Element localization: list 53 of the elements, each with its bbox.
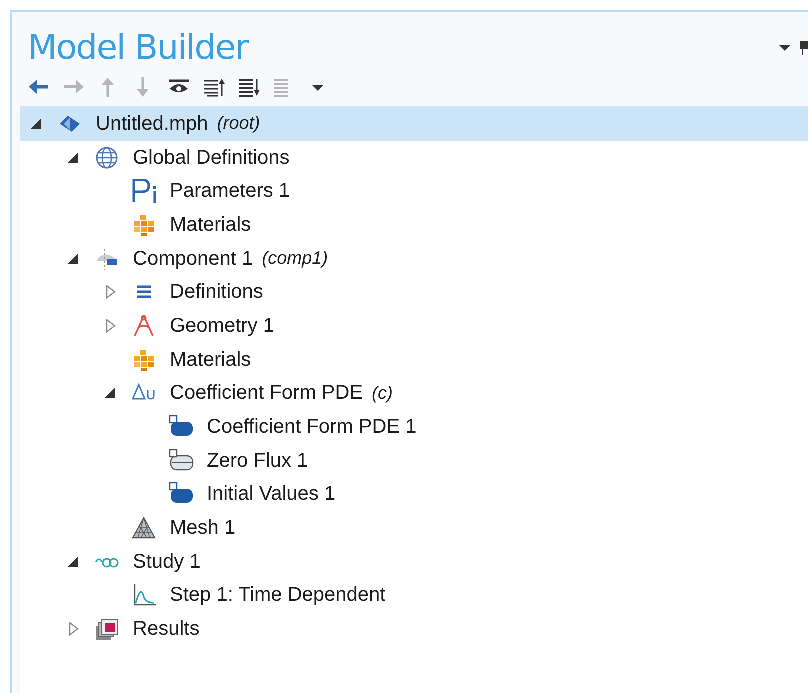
item-label: Global Definitions <box>133 146 290 171</box>
tree-item[interactable]: Parameters 1 <box>20 174 808 208</box>
tree-item[interactable]: Coefficient Form PDE 1 <box>20 410 808 444</box>
tree-item[interactable]: Geometry 1 <box>20 309 808 343</box>
item-label: Mesh 1 <box>170 516 236 542</box>
item-label: Step 1: Time Dependent <box>170 583 386 608</box>
collapsed-arrow-icon[interactable] <box>67 622 81 636</box>
item-label: Study 1 <box>133 550 201 575</box>
tree-item[interactable]: Untitled.mph (root) <box>20 107 808 141</box>
collapse-list-icon[interactable] <box>203 77 225 99</box>
boundary-icon <box>169 448 195 473</box>
expand-list-icon[interactable] <box>238 77 260 99</box>
collapsed-arrow-icon[interactable] <box>104 318 118 333</box>
item-tag: (root) <box>217 110 260 138</box>
parameters-icon <box>132 179 158 204</box>
item-label: Untitled.mph <box>96 112 208 137</box>
expanded-arrow-icon[interactable] <box>67 554 81 569</box>
tree-item[interactable]: Mesh 1 <box>20 511 808 545</box>
tree-item[interactable]: Coefficient Form PDE (c) <box>20 376 808 410</box>
mesh-icon <box>132 516 158 540</box>
dropdown-icon[interactable] <box>778 43 792 53</box>
expanded-arrow-icon[interactable] <box>30 116 44 131</box>
item-label: Initial Values 1 <box>207 482 336 508</box>
item-label: Geometry 1 <box>170 314 274 339</box>
item-label: Zero Flux 1 <box>207 448 308 474</box>
item-label: Component 1 <box>133 246 254 272</box>
item-label: Definitions <box>170 280 264 306</box>
item-label: Materials <box>170 348 252 373</box>
item-label: Results <box>133 617 200 642</box>
tree-item[interactable]: Global Definitions <box>20 140 808 174</box>
collapsed-arrow-icon[interactable] <box>104 285 118 300</box>
step-icon <box>132 583 158 608</box>
item-label: Materials <box>170 212 252 238</box>
pin-icon[interactable] <box>800 41 808 55</box>
item-label: Parameters 1 <box>170 179 290 204</box>
expanded-arrow-icon[interactable] <box>67 252 81 266</box>
tree-item[interactable]: Zero Flux 1 <box>20 444 808 478</box>
results-icon <box>95 617 121 642</box>
expanded-arrow-icon[interactable] <box>67 150 81 165</box>
tree-item[interactable]: Initial Values 1 <box>20 478 808 512</box>
expanded-arrow-icon[interactable] <box>104 386 118 400</box>
item-label: Coefficient Form PDE <box>170 381 364 406</box>
tree-item[interactable]: Step 1: Time Dependent <box>20 578 808 612</box>
tree-item[interactable]: Materials <box>20 208 808 242</box>
tree-item[interactable]: Results <box>20 612 808 646</box>
item-tag: (c) <box>372 380 394 407</box>
tree-item[interactable]: Definitions <box>20 275 808 310</box>
tree-item[interactable]: Study 1 <box>20 544 808 579</box>
item-label: Coefficient Form PDE 1 <box>207 415 417 440</box>
tree-item[interactable]: Component 1 (comp1) <box>20 242 808 276</box>
tree-item[interactable]: Materials <box>20 342 808 376</box>
item-tag: (comp1) <box>262 245 328 272</box>
panel-title: Model Builder <box>28 28 250 68</box>
